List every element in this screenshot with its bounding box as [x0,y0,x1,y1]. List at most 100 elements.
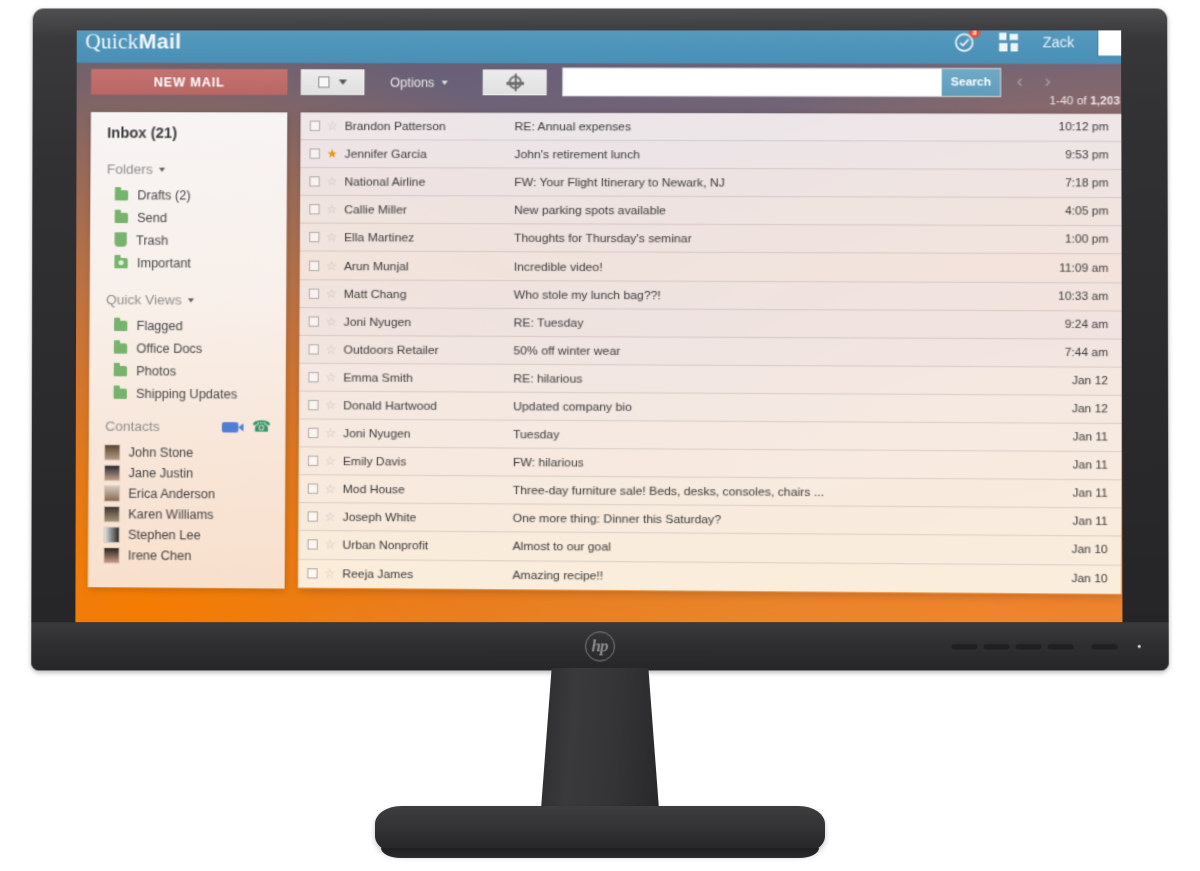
table-row[interactable]: ☆ Donald Hartwood Updated company bio Ja… [298,391,1122,425]
mail-sender: Arun Munjal [343,258,409,273]
row-checkbox[interactable] [308,260,320,271]
mail-sender: Brandon Patterson [344,118,446,134]
sidebar-item-inbox[interactable]: Inbox (21) [91,125,288,154]
phone-icon[interactable]: ☎ [252,418,271,436]
contact-list-item[interactable]: Jane Justin [88,463,285,485]
sidebar-item-drafts[interactable]: Drafts (2) [90,184,287,207]
sidebar-quickviews-header[interactable]: Quick Views [90,274,287,315]
minus-button[interactable] [983,642,1010,650]
chevron-right-icon[interactable]: › [1045,71,1051,91]
sidebar-item-label: Important [136,256,191,271]
sidebar-item-photos[interactable]: Photos [89,360,286,384]
mail-time: Jan 10 [1071,572,1108,586]
checkbox-icon [318,76,330,88]
menu-button[interactable] [951,642,978,650]
chevron-down-icon [338,79,348,85]
star-icon[interactable]: ☆ [318,426,343,441]
star-icon[interactable]: ☆ [320,202,345,216]
star-icon[interactable]: ☆ [318,566,343,581]
contact-list-item[interactable]: Karen Williams [88,504,285,526]
search-button[interactable]: Search [941,69,1001,97]
row-checkbox[interactable] [308,344,319,355]
row-checkbox[interactable] [309,120,321,132]
star-icon[interactable]: ☆ [318,482,343,497]
table-row[interactable]: ☆ Emma Smith RE: hilarious Jan 12 [299,363,1122,396]
chevron-left-icon[interactable]: ‹ [1017,71,1023,91]
sidebar-item-flagged[interactable]: Flagged [89,314,286,338]
star-icon[interactable]: ☆ [318,510,343,525]
row-checkbox[interactable] [308,427,319,439]
star-icon[interactable]: ☆ [320,119,345,133]
table-row[interactable]: ☆ Reeja James Amazing recipe!! Jan 10 [297,559,1122,594]
video-camera-icon[interactable] [222,421,239,433]
star-icon[interactable]: ★ [320,147,345,161]
row-checkbox[interactable] [309,232,320,243]
mail-sender: Outdoors Retailer [343,342,439,358]
row-checkbox[interactable] [309,204,320,215]
select-all-dropdown[interactable] [300,69,365,96]
settings-button[interactable] [482,69,547,96]
star-icon[interactable]: ☆ [319,342,344,357]
grid-apps-icon[interactable] [998,32,1019,52]
contact-list-item[interactable]: Irene Chen [88,545,285,567]
table-row[interactable]: ★ Jennifer Garcia John's retirement lunc… [300,140,1123,171]
row-checkbox[interactable] [307,455,319,467]
table-row[interactable]: ☆ Arun Munjal Incredible video! 11:09 am [299,251,1122,283]
star-icon[interactable]: ☆ [319,258,344,273]
star-icon[interactable]: ☆ [319,314,344,329]
mail-sender: Donald Hartwood [343,398,438,413]
power-button[interactable] [1091,642,1118,650]
sidebar-item-send[interactable]: Send [90,207,287,230]
sidebar-item-label: Office Docs [136,341,203,357]
search-input[interactable] [563,68,942,96]
sidebar-item-shipping-updates[interactable]: Shipping Updates [89,382,286,406]
chevron-down-icon [441,80,448,85]
row-checkbox[interactable] [308,371,319,383]
sidebar-item-trash[interactable]: Trash [90,229,287,252]
sidebar-item-label: Send [137,210,168,226]
avatar[interactable] [1098,30,1123,56]
row-checkbox[interactable] [307,483,319,495]
new-mail-button[interactable]: NEW MAIL [91,69,288,95]
star-icon[interactable]: ☆ [320,175,345,189]
row-checkbox[interactable] [309,148,320,159]
contact-list-item[interactable]: John Stone [89,442,286,464]
sidebar-item-office-docs[interactable]: Office Docs [89,337,286,361]
star-icon[interactable]: ☆ [319,286,344,301]
star-icon[interactable]: ☆ [319,370,344,385]
table-row[interactable]: ☆ Outdoors Retailer 50% off winter wear … [299,335,1122,368]
mail-subject: Incredible video! [513,258,603,274]
row-checkbox[interactable] [307,511,318,523]
star-icon[interactable]: ☆ [318,454,343,469]
row-checkbox[interactable] [309,176,320,187]
sidebar-item-important[interactable]: Important [90,252,287,275]
table-row[interactable]: ☆ Matt Chang Who stole my lunch bag??! 1… [299,279,1122,312]
row-checkbox[interactable] [307,539,318,551]
ok-button[interactable] [1047,642,1074,650]
contact-list-item[interactable]: Erica Anderson [88,483,285,505]
row-checkbox[interactable] [308,399,319,411]
table-row[interactable]: ☆ Callie Miller New parking spots availa… [300,196,1123,227]
app-header: QuickMail 3 Zack [75,30,1123,65]
row-checkbox[interactable] [307,568,318,579]
star-icon[interactable]: ☆ [319,230,344,245]
search-bar: Search [562,67,1002,98]
options-menu[interactable]: Options [390,69,448,95]
table-row[interactable]: ☆ Ella Martinez Thoughts for Thursday's … [299,224,1123,255]
star-icon[interactable]: ☆ [318,538,343,553]
table-row[interactable]: ☆ Joni Nyugen RE: Tuesday 9:24 am [299,307,1122,340]
quickviews-label: Quick Views [105,291,182,308]
contact-list-item[interactable]: Stephen Lee [88,524,285,546]
sidebar-folders-header[interactable]: Folders [90,154,287,184]
star-icon[interactable]: ☆ [318,398,343,413]
mail-subject: Tuesday [513,426,560,442]
app-logo[interactable]: QuickMail [85,30,181,54]
plus-button[interactable] [1015,642,1042,650]
row-checkbox[interactable] [308,316,320,327]
clock-check-icon[interactable]: 3 [953,30,981,53]
table-row[interactable]: ☆ National Airline FW: Your Flight Itine… [300,168,1123,199]
user-name[interactable]: Zack [1043,34,1075,51]
table-row[interactable]: ☆ Brandon Patterson RE: Annual expenses … [300,112,1123,143]
row-checkbox[interactable] [308,288,320,299]
mail-time: 1:00 pm [1064,233,1109,247]
